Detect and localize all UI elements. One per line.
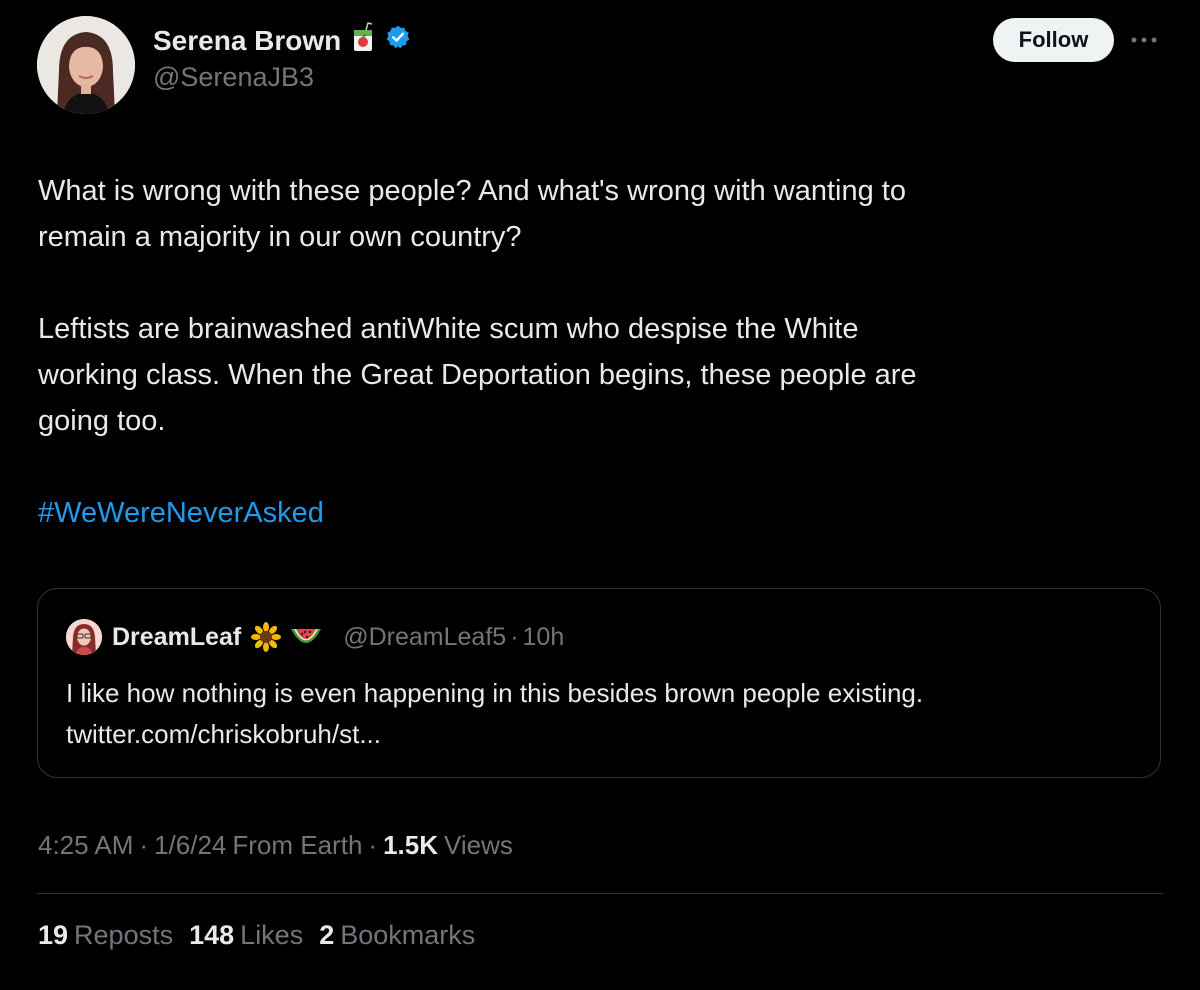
- views-label: Views: [444, 830, 513, 860]
- author-name[interactable]: Serena Brown: [153, 22, 411, 59]
- likes-label: Likes: [240, 920, 304, 950]
- quoted-tweet[interactable]: DreamLeaf @DreamLeaf5 · 10h I like how n…: [37, 588, 1161, 778]
- tweet-line: remain a majority in our own country?: [38, 221, 522, 253]
- engagement-stats: 19 Reposts 148 Likes 2 Bookmarks: [38, 920, 491, 951]
- tweet-line: What is wrong with these people? And wha…: [38, 175, 906, 207]
- author-display-name: Serena Brown: [153, 24, 342, 56]
- quoted-timestamp[interactable]: 10h: [523, 623, 565, 652]
- author-handle[interactable]: @SerenaJB3: [153, 62, 314, 93]
- separator-dot: ·: [368, 830, 378, 860]
- follow-button[interactable]: Follow: [993, 18, 1114, 62]
- tweet-text: What is wrong with these people? And wha…: [38, 168, 1158, 536]
- hashtag-link[interactable]: #WeWereNeverAsked: [38, 497, 324, 529]
- quoted-link[interactable]: twitter.com/chriskobruh/st...: [66, 714, 1146, 755]
- tweet-line: working class. When the Great Deportatio…: [38, 359, 917, 391]
- more-options-icon[interactable]: [1128, 24, 1160, 56]
- author-avatar[interactable]: [37, 16, 135, 114]
- verified-badge-icon: [385, 24, 411, 57]
- watermelon-icon: [289, 623, 323, 651]
- quoted-author-handle[interactable]: @DreamLeaf5: [343, 623, 506, 652]
- reposts-label: Reposts: [74, 920, 174, 950]
- likes-count: 148: [189, 920, 235, 950]
- separator-dot: ·: [510, 622, 519, 651]
- separator-dot: ·: [139, 830, 149, 860]
- tweet-metadata: 4:25 AM · 1/6/24 From Earth · 1.5K Views: [38, 830, 513, 861]
- reposts-stat[interactable]: 19 Reposts: [38, 920, 173, 951]
- tweet-date[interactable]: 1/6/24: [154, 830, 226, 861]
- bookmarks-count: 2: [319, 920, 335, 950]
- quoted-author-name[interactable]: DreamLeaf: [112, 623, 241, 652]
- likes-stat[interactable]: 148 Likes: [189, 920, 303, 951]
- sunflower-icon: [251, 622, 282, 652]
- tweet-time[interactable]: 4:25 AM: [38, 830, 133, 861]
- tweet-source: From Earth: [232, 830, 363, 860]
- bookmarks-label: Bookmarks: [340, 920, 476, 950]
- quoted-text-line: I like how nothing is even happening in …: [66, 678, 924, 708]
- tweet-line: Leftists are brainwashed antiWhite scum …: [38, 313, 859, 345]
- quoted-tweet-header: DreamLeaf @DreamLeaf5 · 10h: [66, 619, 564, 655]
- views-count: 1.5K: [383, 830, 438, 860]
- divider: [37, 893, 1163, 894]
- quoted-author-avatar[interactable]: [66, 619, 102, 655]
- bookmarks-stat[interactable]: 2 Bookmarks: [319, 920, 475, 951]
- quoted-tweet-text: I like how nothing is even happening in …: [66, 673, 1146, 755]
- juice-box-icon: [351, 22, 375, 59]
- reposts-count: 19: [38, 920, 69, 950]
- tweet-line: going too.: [38, 405, 166, 437]
